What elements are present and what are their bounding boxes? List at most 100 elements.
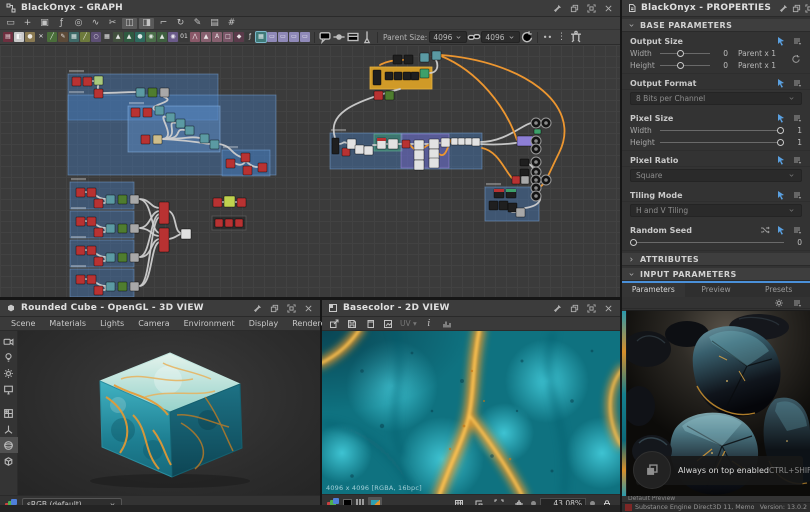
node-type-tile[interactable]: ▲ bbox=[157, 32, 167, 42]
float-window-icon[interactable] bbox=[568, 2, 581, 15]
output-width-value[interactable]: 0 bbox=[714, 49, 728, 58]
graph-node[interactable] bbox=[153, 135, 162, 144]
graph-node[interactable] bbox=[87, 188, 96, 197]
output-format-select[interactable]: 8 Bits per Channel bbox=[630, 92, 802, 105]
node-type-tile[interactable]: ✎ bbox=[58, 32, 68, 42]
graph-node[interactable] bbox=[243, 166, 252, 175]
graph-node[interactable] bbox=[148, 88, 157, 97]
light-icon[interactable] bbox=[0, 349, 18, 365]
graph-node[interactable] bbox=[404, 55, 413, 64]
close-icon[interactable] bbox=[602, 302, 615, 315]
pin-icon[interactable] bbox=[551, 2, 564, 15]
parameter-menu-icon[interactable] bbox=[792, 190, 802, 200]
parameter-menu-icon[interactable] bbox=[792, 78, 802, 88]
float-window-icon[interactable] bbox=[792, 2, 801, 15]
random-seed-slider[interactable] bbox=[630, 238, 784, 246]
graph-node[interactable] bbox=[141, 135, 150, 144]
camera-icon[interactable] bbox=[0, 333, 18, 349]
node-type-tile[interactable]: 01 bbox=[179, 32, 189, 42]
node-type-tile[interactable]: ● bbox=[135, 32, 145, 42]
graph-node[interactable] bbox=[393, 55, 402, 64]
tab-parameters[interactable]: Parameters bbox=[622, 283, 685, 297]
graph-node[interactable] bbox=[472, 138, 480, 146]
output-width-mode[interactable]: Parent x 1 bbox=[738, 49, 776, 58]
wireframe-cube-icon[interactable] bbox=[0, 453, 18, 469]
edit-tool-icon[interactable]: ✎ bbox=[190, 18, 205, 29]
expose-parameter-icon[interactable] bbox=[776, 155, 786, 165]
float-window-icon[interactable] bbox=[568, 302, 581, 315]
pin-icon[interactable] bbox=[251, 302, 264, 315]
graph-node[interactable] bbox=[159, 202, 169, 224]
pixel-height-slider[interactable] bbox=[660, 138, 784, 146]
pixel-height-value[interactable]: 1 bbox=[788, 138, 802, 147]
frame-tool-tile[interactable]: ▭ bbox=[289, 32, 299, 42]
graph-node[interactable] bbox=[155, 106, 164, 115]
graph-node[interactable] bbox=[429, 158, 439, 168]
link-mode-curved-icon[interactable]: ◫ bbox=[122, 18, 137, 29]
graph-node[interactable] bbox=[414, 140, 424, 150]
node-type-tile[interactable]: ◆ bbox=[234, 32, 244, 42]
environment-icon[interactable] bbox=[0, 365, 18, 381]
pixel-width-slider[interactable] bbox=[660, 126, 784, 134]
output-height-slider[interactable] bbox=[660, 61, 710, 69]
node-type-tile[interactable]: ▲ bbox=[113, 32, 123, 42]
graph-node[interactable] bbox=[94, 228, 103, 237]
graph-node[interactable] bbox=[241, 153, 250, 162]
graph-node[interactable] bbox=[87, 246, 96, 255]
display-icon[interactable] bbox=[0, 381, 18, 397]
graph-node[interactable] bbox=[385, 91, 394, 100]
maximize-icon[interactable] bbox=[285, 302, 298, 315]
close-icon[interactable] bbox=[302, 302, 315, 315]
graph-node[interactable] bbox=[118, 282, 127, 291]
menu-lights[interactable]: Lights bbox=[93, 317, 131, 331]
presentation-icon[interactable] bbox=[569, 31, 583, 43]
graph-node[interactable] bbox=[159, 228, 169, 252]
list-options-icon[interactable] bbox=[792, 298, 802, 308]
output-width-slider[interactable] bbox=[660, 49, 710, 57]
graph-node[interactable] bbox=[374, 91, 383, 100]
expose-parameter-icon[interactable] bbox=[776, 190, 786, 200]
tab-preview[interactable]: Preview bbox=[685, 283, 748, 297]
graph-node[interactable] bbox=[181, 229, 191, 239]
graph-node[interactable] bbox=[83, 77, 92, 86]
graph-node[interactable] bbox=[499, 201, 508, 210]
graph-node[interactable] bbox=[332, 138, 339, 154]
histogram-icon[interactable] bbox=[439, 318, 455, 330]
function-tool-icon[interactable]: ƒ bbox=[54, 18, 69, 29]
graph-node[interactable] bbox=[76, 246, 85, 255]
node-type-tile[interactable]: ◧ bbox=[14, 32, 24, 42]
graph-node[interactable] bbox=[136, 88, 145, 97]
view3d-viewport[interactable] bbox=[18, 331, 320, 495]
graph-node[interactable] bbox=[451, 138, 458, 145]
graph-node[interactable] bbox=[131, 108, 140, 117]
section-base-parameters[interactable]: BASE PARAMETERS bbox=[622, 19, 810, 32]
graph-node[interactable] bbox=[176, 119, 185, 128]
parameter-menu-icon[interactable] bbox=[792, 225, 802, 235]
graph-node[interactable] bbox=[520, 159, 529, 166]
node-graph-canvas[interactable] bbox=[0, 45, 620, 297]
screenshot-tool-icon[interactable]: ▣ bbox=[37, 18, 52, 29]
graph-node[interactable] bbox=[512, 176, 520, 184]
parameter-menu-icon[interactable] bbox=[792, 155, 802, 165]
zoom-tool-icon[interactable]: ◎ bbox=[71, 18, 86, 29]
graph-node[interactable] bbox=[215, 219, 223, 227]
graph-node[interactable] bbox=[94, 257, 103, 266]
wave-link-tool-icon[interactable]: ∿ bbox=[88, 18, 103, 29]
pixel-width-value[interactable]: 1 bbox=[788, 126, 802, 135]
copy-image-icon[interactable] bbox=[362, 318, 378, 330]
sync-width-height-icon[interactable] bbox=[791, 54, 801, 64]
node-type-tile[interactable]: ▦ bbox=[69, 32, 79, 42]
graph-node[interactable] bbox=[143, 108, 152, 117]
save-image-icon[interactable] bbox=[344, 318, 360, 330]
gear-icon[interactable] bbox=[774, 298, 784, 308]
node-type-tile[interactable]: ▲ bbox=[201, 32, 211, 42]
frame-tool-tile[interactable]: ▭ bbox=[267, 32, 277, 42]
menu-display[interactable]: Display bbox=[242, 317, 286, 331]
graph-node[interactable] bbox=[166, 113, 175, 122]
graph-node[interactable] bbox=[76, 217, 85, 226]
node-type-tile[interactable]: ◉ bbox=[168, 32, 178, 42]
graph-node[interactable] bbox=[224, 196, 235, 207]
node-type-tile[interactable]: A bbox=[212, 32, 222, 42]
graph-node[interactable] bbox=[106, 282, 115, 291]
node-graph[interactable] bbox=[0, 45, 620, 297]
